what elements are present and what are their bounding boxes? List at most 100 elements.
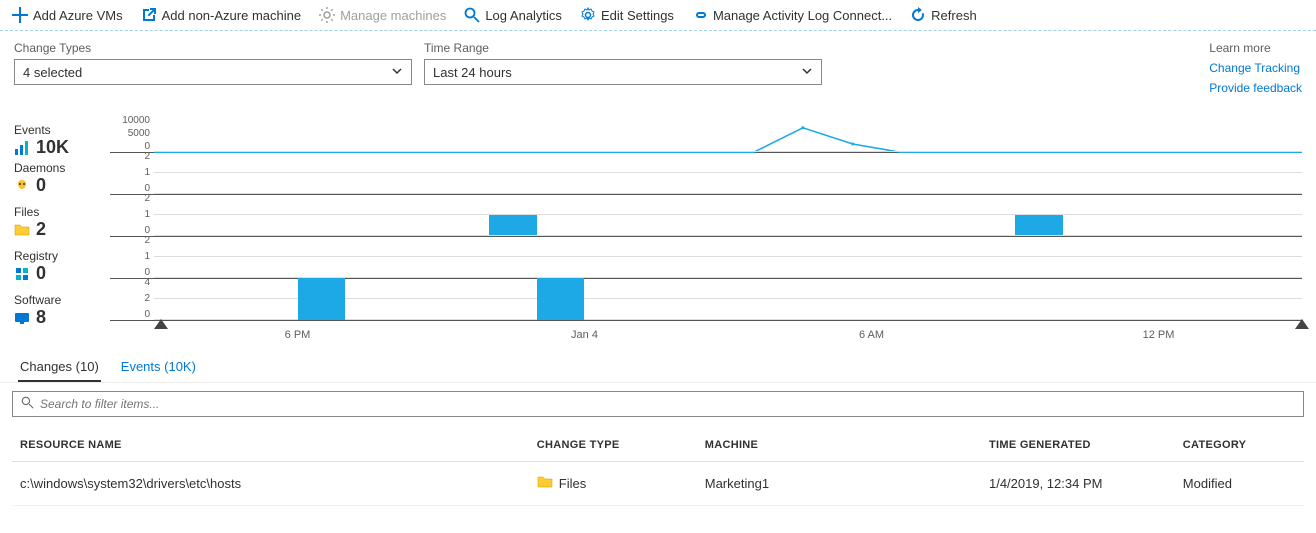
chart-registry: 2 1 0 [110,237,1302,279]
chart-files: 2 1 0 [110,195,1302,237]
xtick: 6 AM [859,329,884,341]
learn-more-title: Learn more [1209,41,1302,55]
ytick: 2 [144,235,150,246]
search-wrap [0,383,1316,425]
range-handle-right[interactable] [1295,319,1309,329]
summary-column: Events 10K Daemons 0 Files 2 Registry 0 … [14,117,110,345]
xtick: 6 PM [285,329,311,341]
change-types-value: 4 selected [23,65,82,80]
search-icon [464,7,480,23]
col-time-generated[interactable]: TIME GENERATED [981,429,1175,462]
time-range-label: Time Range [424,41,822,55]
cell-change-type-text: Files [559,476,586,491]
filters-row: Change Types 4 selected Time Range Last … [0,31,1316,111]
tab-changes[interactable]: Changes (10) [18,353,101,382]
col-machine[interactable]: MACHINE [697,429,981,462]
time-range-filter: Time Range Last 24 hours [424,41,822,85]
log-analytics-button[interactable]: Log Analytics [464,7,562,23]
ytick: 10000 [122,115,150,126]
cell-change-type: Files [529,462,697,506]
ytick: 2 [144,193,150,204]
time-range-value: Last 24 hours [433,65,512,80]
tabs: Changes (10) Events (10K) [0,345,1316,383]
chart-column: 10000 5000 0 2 1 0 2 1 0 [110,117,1302,345]
daemons-icon [14,178,30,194]
log-analytics-label: Log Analytics [485,8,562,23]
xtick: 12 PM [1143,329,1175,341]
manage-machines-button: Manage machines [319,7,446,23]
summary-events-label: Events [14,117,110,137]
refresh-button[interactable]: Refresh [910,7,977,23]
settings-icon [580,7,596,23]
ytick: 1 [144,251,150,262]
add-azure-vms-button[interactable]: Add Azure VMs [12,7,123,23]
toolbar: Add Azure VMs Add non-Azure machine Mana… [0,0,1316,31]
summary-files-label: Files [14,199,110,219]
edit-settings-button[interactable]: Edit Settings [580,7,674,23]
cell-category: Modified [1175,462,1304,506]
manage-activity-label: Manage Activity Log Connect... [713,8,892,23]
table-row[interactable]: c:\windows\system32\drivers\etc\hosts Fi… [12,462,1304,506]
manage-machines-label: Manage machines [340,8,446,23]
summary-registry: Registry 0 [14,243,110,285]
refresh-icon [910,7,926,23]
summary-software: Software 8 [14,287,110,329]
ytick: 2 [144,293,150,304]
summary-daemons-value: 0 [36,175,46,196]
summary-files: Files 2 [14,199,110,241]
summary-events: Events 10K [14,117,110,153]
chart-events: 10000 5000 0 [110,117,1302,153]
search-icon [21,396,34,412]
col-resource-name[interactable]: RESOURCE NAME [12,429,529,462]
summary-daemons-label: Daemons [14,155,110,175]
summary-software-label: Software [14,287,110,307]
search-input[interactable] [40,397,1295,411]
change-types-filter: Change Types 4 selected [14,41,412,85]
change-tracking-link[interactable]: Change Tracking [1209,61,1302,75]
chart-software: 4 2 0 [110,279,1302,321]
search-box[interactable] [12,391,1304,417]
refresh-label: Refresh [931,8,977,23]
add-azure-vms-label: Add Azure VMs [33,8,123,23]
col-category[interactable]: CATEGORY [1175,429,1304,462]
events-icon [14,140,30,156]
change-types-select[interactable]: 4 selected [14,59,412,85]
gear-icon [319,7,335,23]
plus-icon [12,7,28,23]
software-icon [14,310,30,326]
cell-machine: Marketing1 [697,462,981,506]
summary-registry-label: Registry [14,243,110,263]
add-non-azure-button[interactable]: Add non-Azure machine [141,7,301,23]
external-icon [141,7,157,23]
manage-activity-log-button[interactable]: Manage Activity Log Connect... [692,7,892,23]
cell-resource-name: c:\windows\system32\drivers\etc\hosts [12,462,529,506]
chevron-down-icon [801,65,813,80]
charts-section: Events 10K Daemons 0 Files 2 Registry 0 … [0,111,1316,345]
link-icon [692,7,708,23]
add-non-azure-label: Add non-Azure machine [162,8,301,23]
folder-icon [537,474,553,493]
summary-daemons: Daemons 0 [14,155,110,197]
x-axis: 6 PM Jan 4 6 AM 12 PM [154,321,1302,345]
summary-registry-value: 0 [36,263,46,284]
folder-icon [14,222,30,238]
summary-software-value: 8 [36,307,46,328]
time-range-select[interactable]: Last 24 hours [424,59,822,85]
cell-time-generated: 1/4/2019, 12:34 PM [981,462,1175,506]
col-change-type[interactable]: CHANGE TYPE [529,429,697,462]
change-types-label: Change Types [14,41,412,55]
ytick: 2 [144,151,150,162]
xtick: Jan 4 [571,329,598,341]
ytick: 1 [144,209,150,220]
range-handle-left[interactable] [154,319,168,329]
tab-events[interactable]: Events (10K) [119,353,198,382]
learn-more-panel: Learn more Change Tracking Provide feedb… [1209,41,1302,101]
chevron-down-icon [391,65,403,80]
chart-daemons: 2 1 0 [110,153,1302,195]
summary-files-value: 2 [36,219,46,240]
provide-feedback-link[interactable]: Provide feedback [1209,81,1302,95]
ytick: 0 [144,309,150,320]
results-table: RESOURCE NAME CHANGE TYPE MACHINE TIME G… [12,429,1304,506]
ytick: 1 [144,167,150,178]
registry-icon [14,266,30,282]
